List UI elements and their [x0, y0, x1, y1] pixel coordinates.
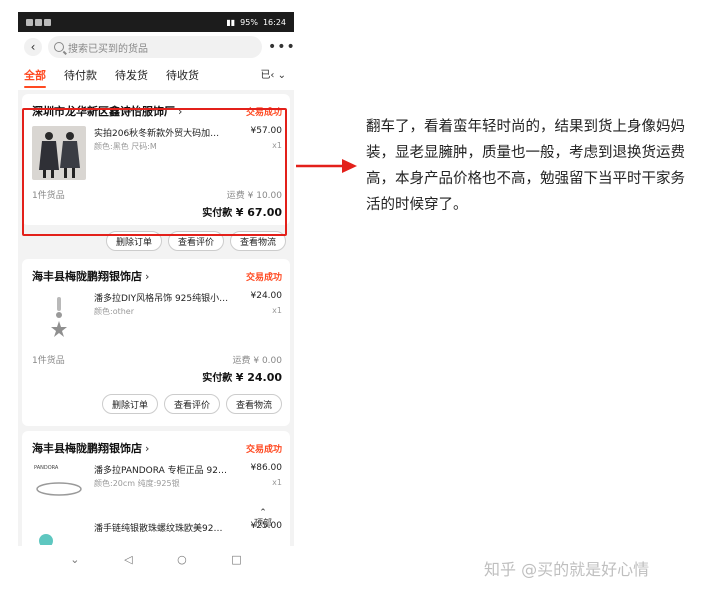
tab-more[interactable]: 已‹ ⌄: [260, 62, 286, 90]
store-link[interactable]: 海丰县梅陇鹏翔银饰店 ›: [32, 268, 149, 284]
order-tabs: 全部 待付款 待发货 待收货 已‹ ⌄: [18, 62, 294, 90]
nav-recent-icon[interactable]: □: [231, 553, 241, 566]
app-icon: [26, 18, 33, 26]
product-price: ¥57.00: [250, 126, 283, 136]
product-title: 潘多拉DIY风格吊饰 925纯银小…: [94, 294, 229, 304]
back-button[interactable]: ‹: [24, 38, 42, 56]
product-spec: 颜色:黑色 尺码:M: [94, 142, 157, 151]
shipping-fee: 运费 ¥ 10.00: [226, 191, 282, 201]
delete-order-button[interactable]: 删除订单: [105, 231, 162, 251]
product-thumbnail: PANDORA: [32, 463, 86, 507]
clock: 16:24: [262, 17, 286, 27]
review-comment: 翻车了，看着蛮年轻时尚的，结果到货上身像妈妈装，显老显臃肿，质量也一般，考虑到退…: [366, 119, 685, 213]
chevron-right-icon: ›: [145, 270, 150, 283]
arrow-up-icon: ⌃: [259, 508, 267, 518]
back-to-top-button[interactable]: ⌃ 顶部: [254, 508, 272, 530]
store-name: 海丰县梅陇鹏翔银饰店: [32, 270, 142, 283]
system-nav-bar: ⌄ ◁ ○ □: [18, 546, 294, 572]
top-bar: ‹ 搜索已买到的货品 •••: [18, 32, 294, 62]
signal-icon: ▮▮: [226, 17, 236, 27]
item-count: 1件货品: [32, 356, 65, 366]
order-card[interactable]: 深圳市龙华新区鑫诗怡服饰厂 › 交易成功 实拍206秋冬新款外贸大码加… ¥57…: [22, 94, 290, 225]
nav-back-icon[interactable]: ◁: [124, 553, 132, 566]
product-title: 潘多拉PANDORA 专柜正品 92…: [94, 466, 227, 476]
bead-photo-icon: [39, 534, 53, 545]
product-price: ¥86.00: [250, 463, 283, 473]
order-list: 深圳市龙华新区鑫诗怡服饰厂 › 交易成功 实拍206秋冬新款外贸大码加… ¥57…: [18, 90, 294, 571]
app-icon: [44, 18, 51, 26]
back-icon: ‹: [30, 40, 36, 54]
search-input[interactable]: 搜索已买到的货品: [48, 36, 262, 58]
chevron-right-icon: ›: [178, 105, 183, 118]
shipping-fee: 运费 ¥ 0.00: [232, 356, 283, 366]
app-icon: [35, 18, 42, 26]
item-count: 1件货品: [32, 191, 65, 201]
store-link[interactable]: 深圳市龙华新区鑫诗怡服饰厂 ›: [32, 103, 182, 119]
watermark: 知乎 @买的就是好心情: [484, 560, 650, 579]
back-to-top-label: 顶部: [253, 519, 272, 529]
chevron-right-icon: ›: [145, 442, 150, 455]
order-card[interactable]: 海丰县梅陇鹏翔银饰店 › 交易成功 潘多拉DIY风格吊饰 925纯银小… ¥24…: [22, 259, 290, 426]
order-actions: 删除订单 查看评价 查看物流: [22, 225, 290, 257]
tab-all[interactable]: 全部: [24, 62, 46, 90]
product-thumbnail: [32, 126, 86, 180]
order-actions: 删除订单 查看评价 查看物流: [32, 388, 282, 420]
tab-pending-receipt[interactable]: 待收货: [166, 62, 199, 90]
paid-label: 实付款: [202, 208, 233, 219]
view-review-button[interactable]: 查看评价: [163, 394, 220, 414]
view-review-button[interactable]: 查看评价: [167, 231, 224, 251]
store-link[interactable]: 海丰县梅陇鹏翔银饰店 ›: [32, 440, 149, 456]
paid-total: 实付款 ¥ 67.00: [32, 204, 282, 219]
charm-photo-icon: [32, 291, 86, 345]
arrow-right-icon: [296, 159, 357, 173]
paid-amount: ¥ 67.00: [235, 206, 282, 219]
brand-label: PANDORA: [34, 465, 59, 471]
more-button[interactable]: •••: [268, 39, 294, 55]
paid-total: 实付款 ¥ 24.00: [32, 369, 282, 384]
paid-amount: ¥ 24.00: [235, 371, 282, 384]
store-name: 深圳市龙华新区鑫诗怡服饰厂: [32, 105, 175, 118]
nav-home-icon[interactable]: ○: [177, 553, 187, 566]
product-title: 实拍206秋冬新款外贸大码加…: [94, 129, 220, 139]
notification-icons: [26, 18, 226, 26]
product-thumbnail: [32, 291, 86, 345]
order-item[interactable]: 实拍206秋冬新款外贸大码加… ¥57.00 颜色:黑色 尺码:M x1: [32, 126, 282, 180]
battery-level: 95%: [240, 17, 258, 27]
view-logistics-button[interactable]: 查看物流: [229, 231, 286, 251]
product-qty: x1: [272, 478, 282, 487]
order-item[interactable]: PANDORA 潘多拉PANDORA 专柜正品 92… ¥86.00 颜色:20…: [32, 463, 282, 507]
order-item[interactable]: 潘多拉DIY风格吊饰 925纯银小… ¥24.00 颜色:other x1: [32, 291, 282, 345]
page: ▮▮ 95% 16:24 ‹ 搜索已买到的货品 ••• 全部 待付款 待发货 待…: [0, 0, 720, 597]
order-item[interactable]: 潘手链纯银散珠螺纹珠欧美92… ¥25.00: [32, 521, 282, 545]
product-qty: x1: [272, 306, 282, 315]
tab-pending-shipment[interactable]: 待发货: [115, 62, 148, 90]
chevron-down-icon[interactable]: ⌄: [70, 553, 79, 566]
paid-label: 实付款: [202, 373, 233, 384]
search-placeholder: 搜索已买到的货品: [68, 43, 148, 55]
view-logistics-button[interactable]: 查看物流: [225, 394, 282, 414]
tab-pending-payment[interactable]: 待付款: [64, 62, 97, 90]
coat-photo-icon: [32, 126, 86, 180]
status-bar: ▮▮ 95% 16:24: [18, 12, 294, 32]
delete-order-button[interactable]: 删除订单: [101, 394, 158, 414]
store-name: 海丰县梅陇鹏翔银饰店: [32, 442, 142, 455]
phone-screenshot: ▮▮ 95% 16:24 ‹ 搜索已买到的货品 ••• 全部 待付款 待发货 待…: [18, 12, 294, 572]
product-price: ¥24.00: [250, 291, 283, 301]
search-icon: [54, 42, 64, 52]
product-title: 潘手链纯银散珠螺纹珠欧美92…: [94, 524, 223, 534]
product-qty: x1: [272, 141, 282, 150]
product-spec: 颜色:other: [94, 307, 135, 316]
product-spec: 颜色:20cm 纯度:925银: [94, 479, 180, 488]
order-status: 交易成功: [245, 444, 282, 455]
order-status: 交易成功: [245, 272, 282, 283]
product-thumbnail: [32, 521, 86, 545]
order-status: 交易成功: [245, 107, 282, 118]
